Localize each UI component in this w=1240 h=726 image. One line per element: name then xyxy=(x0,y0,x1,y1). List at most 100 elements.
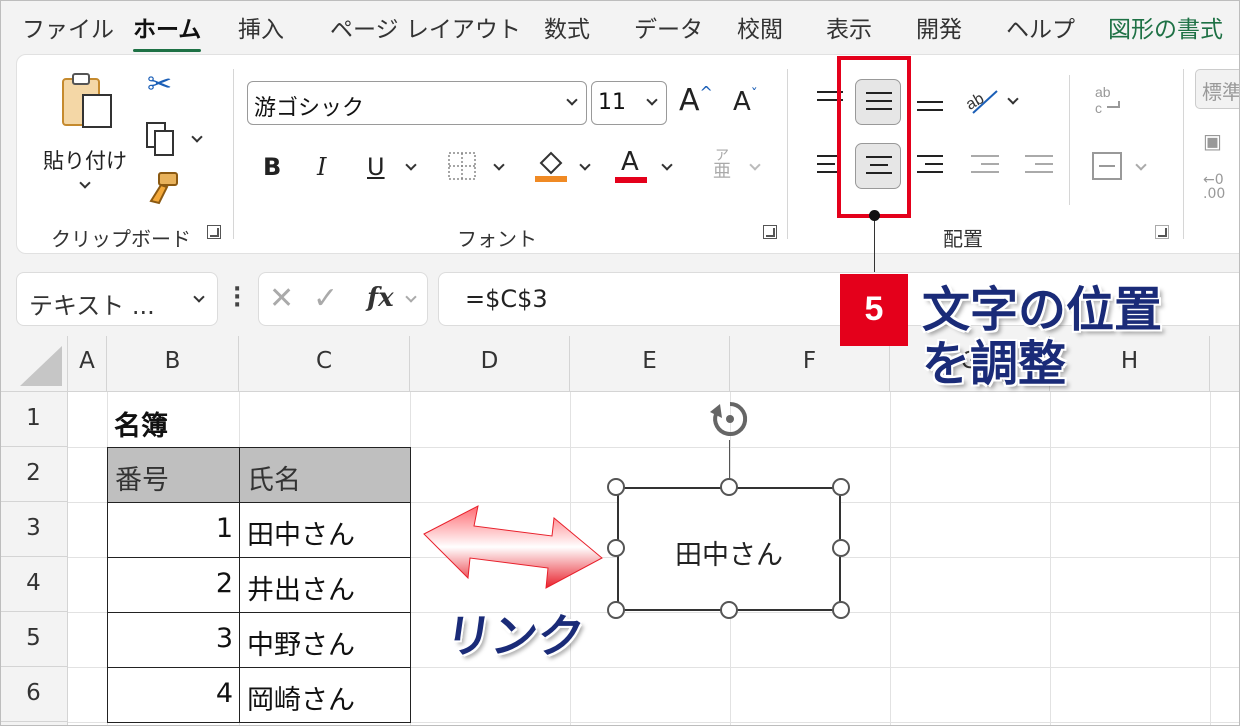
shrink-font-button[interactable]: Aˇ xyxy=(733,87,758,117)
bold-button[interactable]: B xyxy=(263,153,281,181)
table-cell-name[interactable]: 中野さん xyxy=(239,612,411,668)
row-header-5[interactable]: 5 xyxy=(0,612,68,667)
chevron-down-icon[interactable] xyxy=(749,159,761,171)
tab-home[interactable]: ホーム xyxy=(133,10,202,52)
font-group-label: フォント xyxy=(457,227,537,251)
merge-center-icon[interactable] xyxy=(1091,151,1125,181)
orientation-icon[interactable]: ab xyxy=(963,83,1003,117)
column-header-i[interactable] xyxy=(1210,336,1240,392)
column-header-a[interactable]: A xyxy=(68,336,107,392)
font-launcher-icon[interactable] xyxy=(763,225,777,239)
cell-value: 井出さん xyxy=(247,575,355,606)
resize-handle-top[interactable] xyxy=(720,478,738,496)
step-text-line2: を調整 xyxy=(922,336,1067,392)
row-header-6[interactable]: 6 xyxy=(0,667,68,722)
cut-icon[interactable]: ✂ xyxy=(147,67,172,102)
sheet-title[interactable]: 名簿 xyxy=(114,404,168,443)
resize-handle-bottom-left[interactable] xyxy=(607,601,625,619)
column-header-e[interactable]: E xyxy=(570,336,730,392)
table-cell-number[interactable]: 3 xyxy=(107,612,240,668)
table-cell-name[interactable]: 岡崎さん xyxy=(239,667,411,723)
italic-button[interactable]: I xyxy=(317,153,326,181)
chevron-down-icon xyxy=(646,94,658,106)
cancel-icon[interactable]: ✕ xyxy=(269,281,294,316)
table-cell-number[interactable]: 2 xyxy=(107,557,240,613)
copy-icon[interactable] xyxy=(145,121,179,157)
resize-handle-bottom[interactable] xyxy=(720,601,738,619)
wrap-text-icon[interactable]: ab c xyxy=(1093,83,1127,117)
tab-data[interactable]: データ xyxy=(634,10,703,44)
select-all-corner[interactable] xyxy=(0,336,68,392)
fill-color-icon[interactable] xyxy=(533,149,569,183)
chevron-down-icon[interactable] xyxy=(405,291,417,303)
phonetic-button[interactable]: ア 亜 xyxy=(707,149,737,189)
rotate-handle-icon[interactable] xyxy=(708,398,752,442)
align-right-button[interactable] xyxy=(907,143,953,189)
step-number-badge: 5 xyxy=(840,274,908,346)
font-name-select[interactable]: 游ゴシック xyxy=(247,81,587,125)
format-painter-icon[interactable] xyxy=(145,171,181,207)
more-icon[interactable]: · · · xyxy=(233,279,241,317)
column-header-c[interactable]: C xyxy=(239,336,410,392)
tab-view[interactable]: 表示 xyxy=(826,10,872,44)
tab-shape-format[interactable]: 図形の書式 xyxy=(1108,10,1223,44)
enter-icon[interactable]: ✓ xyxy=(313,281,338,316)
tab-developer[interactable]: 開発 xyxy=(916,10,962,44)
name-box[interactable]: テキスト ... xyxy=(16,272,218,326)
resize-handle-top-left[interactable] xyxy=(607,478,625,496)
cell-value: 4 xyxy=(215,678,233,709)
resize-handle-bottom-right[interactable] xyxy=(832,601,850,619)
alignment-launcher-icon[interactable] xyxy=(1155,225,1169,239)
column-header-b[interactable]: B xyxy=(107,336,239,392)
highlight-box xyxy=(837,56,911,218)
row-header-3[interactable]: 3 xyxy=(0,502,68,557)
table-header-number[interactable]: 番号 xyxy=(107,447,240,503)
tab-help[interactable]: ヘルプ xyxy=(1006,10,1075,44)
number-format-select[interactable]: 標準 xyxy=(1195,69,1240,109)
resize-handle-right[interactable] xyxy=(832,539,850,557)
font-size-select[interactable]: 11 xyxy=(591,81,667,125)
clipboard-launcher-icon[interactable] xyxy=(207,225,221,239)
row-header-1[interactable]: 1 xyxy=(0,392,68,447)
chevron-down-icon[interactable] xyxy=(493,159,505,171)
cell-value: 1 xyxy=(215,513,233,544)
row-header-7[interactable] xyxy=(0,722,68,726)
tab-file[interactable]: ファイル xyxy=(22,10,114,44)
cell-value: 3 xyxy=(215,623,233,654)
paste-button[interactable]: 貼り付け xyxy=(41,71,131,201)
text-box-shape[interactable]: 田中さん xyxy=(617,487,841,611)
align-bottom-button[interactable] xyxy=(907,83,953,129)
font-color-button[interactable]: A xyxy=(615,147,649,183)
decrease-decimal-icon[interactable]: ←0.00 xyxy=(1203,173,1225,201)
chevron-down-icon[interactable] xyxy=(579,159,591,171)
table-cell-name[interactable]: 井出さん xyxy=(239,557,411,613)
table-cell-number[interactable]: 4 xyxy=(107,667,240,723)
chevron-down-icon[interactable] xyxy=(1135,159,1147,171)
chevron-down-icon[interactable] xyxy=(661,159,673,171)
increase-indent-button[interactable] xyxy=(1015,143,1061,189)
gridline xyxy=(1210,392,1211,726)
table-cell-number[interactable]: 1 xyxy=(107,502,240,558)
tab-page-layout[interactable]: ページ レイアウト xyxy=(330,10,521,44)
resize-handle-left[interactable] xyxy=(607,539,625,557)
table-header-name[interactable]: 氏名 xyxy=(239,447,411,503)
tab-formulas[interactable]: 数式 xyxy=(544,10,590,44)
resize-handle-top-right[interactable] xyxy=(832,478,850,496)
chevron-down-icon[interactable] xyxy=(1007,93,1019,105)
font-color-bar xyxy=(615,177,647,183)
tab-review[interactable]: 校閲 xyxy=(737,10,783,44)
chevron-down-icon[interactable] xyxy=(405,159,417,171)
column-header-h[interactable]: H xyxy=(1050,336,1210,392)
borders-icon[interactable] xyxy=(447,151,477,181)
column-header-d[interactable]: D xyxy=(410,336,570,392)
row-header-4[interactable]: 4 xyxy=(0,557,68,612)
chevron-down-icon[interactable] xyxy=(191,131,203,143)
accounting-icon[interactable]: ▣ xyxy=(1203,129,1222,153)
table-cell-name[interactable]: 田中さん xyxy=(239,502,411,558)
row-header-2[interactable]: 2 xyxy=(0,447,68,502)
grow-font-button[interactable]: A^ xyxy=(679,83,713,118)
insert-function-button[interactable]: fx xyxy=(367,283,394,313)
decrease-indent-button[interactable] xyxy=(961,143,1007,189)
underline-button[interactable]: U xyxy=(367,153,385,181)
tab-insert[interactable]: 挿入 xyxy=(238,10,284,44)
